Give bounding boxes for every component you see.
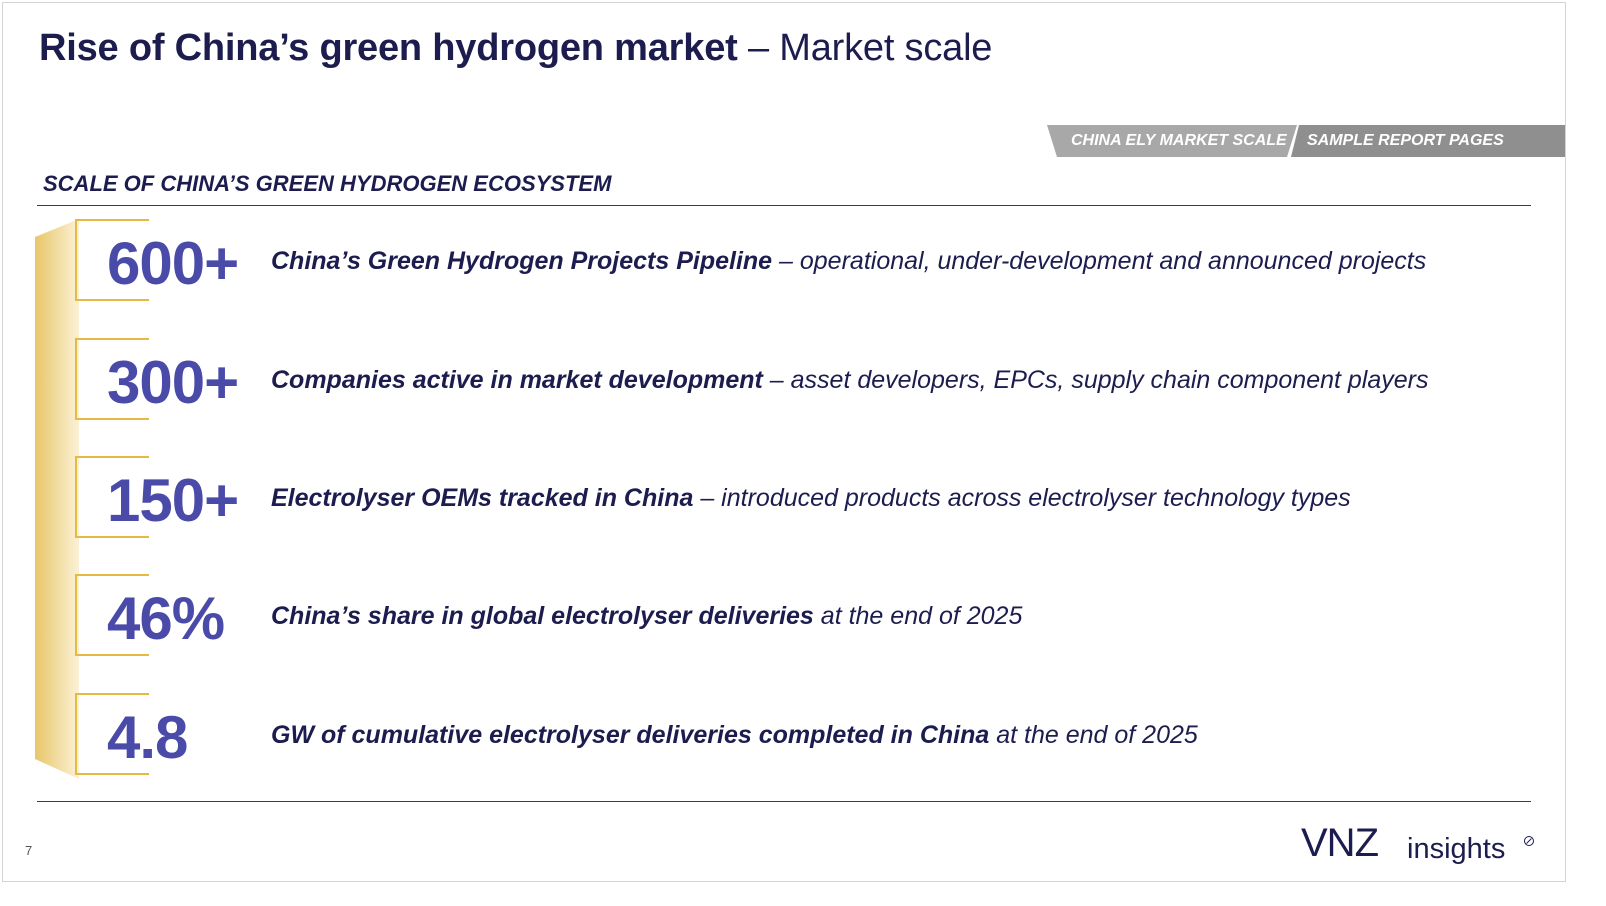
stat-description-bold: GW of cumulative electrolyser deliveries… — [271, 721, 990, 749]
slide: Rise of China’s green hydrogen market – … — [2, 2, 1566, 882]
page-title-suffix: – Market scale — [737, 27, 993, 69]
section-title: SCALE OF CHINA’S GREEN HYDROGEN ECOSYSTE… — [43, 171, 612, 196]
stat-description-rest: – asset developers, EPCs, supply chain c… — [762, 366, 1429, 394]
vnz-insights-logo: VNZ insights — [1301, 821, 1541, 871]
stat-value: 300+ — [107, 349, 239, 416]
stat-description: Companies active in market development –… — [271, 366, 1428, 395]
stat-description-rest: – introduced products across electrolyse… — [693, 484, 1351, 512]
tag-market-scale: CHINA ELY MARKET SCALE — [1071, 132, 1287, 149]
page-number: 7 — [25, 843, 33, 858]
tag-sample-pages: SAMPLE REPORT PAGES — [1307, 132, 1504, 149]
stat-description-bold: Electrolyser OEMs tracked in China — [271, 484, 694, 512]
stat-description: China’s Green Hydrogen Projects Pipeline… — [271, 247, 1426, 276]
stat-value: 150+ — [107, 467, 239, 534]
page-title-main: Rise of China’s green hydrogen market — [39, 27, 738, 69]
logo-leaf-icon — [1524, 836, 1534, 846]
stat-value: 4.8 — [107, 704, 188, 771]
stat-description-bold: China’s Green Hydrogen Projects Pipeline — [271, 247, 773, 275]
stat-row: 4.8 GW of cumulative electrolyser delive… — [3, 693, 1563, 777]
stat-description-rest: – operational, under-development and ann… — [772, 247, 1427, 275]
stat-row: 150+ Electrolyser OEMs tracked in China … — [3, 456, 1563, 540]
logo-word: insights — [1407, 833, 1506, 865]
stat-value: 46% — [107, 585, 225, 652]
divider-bottom — [37, 801, 1531, 802]
stat-description: Electrolyser OEMs tracked in China – int… — [271, 484, 1351, 513]
stat-description: China’s share in global electrolyser del… — [271, 602, 1022, 631]
page-title: Rise of China’s green hydrogen market – … — [39, 27, 992, 70]
stat-row: 300+ Companies active in market developm… — [3, 338, 1563, 422]
stat-description-bold: China’s share in global electrolyser del… — [271, 602, 814, 630]
stat-row: 600+ China’s Green Hydrogen Projects Pip… — [3, 219, 1563, 303]
logo-mark: VNZ — [1301, 821, 1379, 865]
stat-description-bold: Companies active in market development — [271, 366, 763, 394]
section-tags: CHINA ELY MARKET SCALE SAMPLE REPORT PAG… — [1047, 125, 1565, 157]
stat-row: 46% China’s share in global electrolyser… — [3, 574, 1563, 658]
divider-top — [37, 205, 1531, 206]
stat-description-rest: at the end of 2025 — [813, 602, 1023, 630]
stat-value: 600+ — [107, 230, 239, 297]
stat-description-rest: at the end of 2025 — [989, 721, 1198, 749]
stat-description: GW of cumulative electrolyser deliveries… — [271, 721, 1198, 750]
